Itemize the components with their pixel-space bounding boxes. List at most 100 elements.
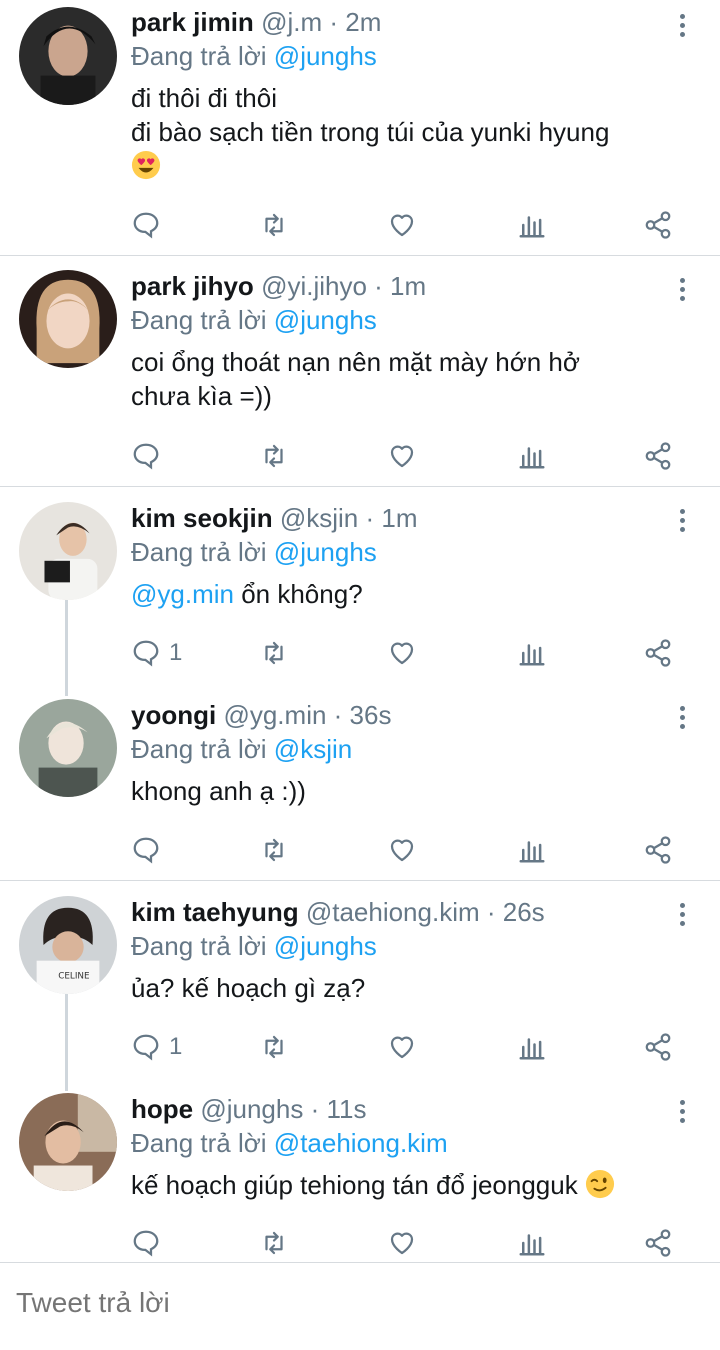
share-icon (645, 442, 671, 470)
tweet[interactable]: hope @junghs · 11s Đang trả lời @taehion… (0, 1078, 720, 1262)
tweet[interactable]: CELINE kim taehyung @taehiong.kim · 26s … (0, 881, 720, 1078)
like-button[interactable] (387, 636, 417, 670)
timestamp[interactable]: 11s (326, 1094, 366, 1124)
like-icon (390, 1232, 414, 1255)
author-handle: @j.m (261, 7, 323, 37)
separator: · (358, 503, 382, 533)
author-name[interactable]: park jihyo (131, 271, 254, 301)
timestamp[interactable]: 2m (345, 7, 381, 37)
views-button[interactable] (517, 1226, 547, 1260)
views-button[interactable] (517, 636, 547, 670)
timestamp[interactable]: 36s (350, 700, 392, 730)
separator: · (479, 897, 503, 927)
like-button[interactable] (387, 1226, 417, 1260)
retweet-icon (265, 1035, 283, 1059)
avatar[interactable] (19, 1093, 117, 1191)
reply-input[interactable] (16, 1287, 696, 1319)
reply-icon (133, 443, 159, 470)
retweet-button[interactable] (259, 439, 289, 473)
retweet-button[interactable] (259, 636, 289, 670)
views-button[interactable] (517, 439, 547, 473)
mention-link[interactable]: @yg.min (131, 579, 234, 609)
share-button[interactable] (643, 1226, 673, 1260)
reply-to-link[interactable]: @junghs (274, 931, 377, 961)
like-button[interactable] (387, 1030, 417, 1064)
reply-button[interactable]: 1 (131, 636, 182, 670)
retweet-icon (265, 641, 283, 665)
tweet-text: kế hoạch giúp tehiong tán đổ jeongguk (131, 1168, 700, 1202)
tweet[interactable]: yoongi @yg.min · 36s Đang trả lời @ksjin… (0, 684, 720, 880)
share-button[interactable] (643, 1030, 673, 1064)
reply-button[interactable] (131, 439, 169, 473)
reply-icon (133, 837, 159, 864)
reply-icon (133, 1034, 159, 1061)
reply-to-link[interactable]: @junghs (274, 537, 377, 567)
more-icon[interactable] (680, 903, 688, 930)
tweet[interactable]: park jihyo @yi.jihyo · 1m Đang trả lời @… (0, 256, 720, 486)
like-button[interactable] (387, 208, 417, 242)
like-button[interactable] (387, 833, 417, 867)
more-icon[interactable] (680, 706, 688, 733)
reply-button[interactable] (131, 1226, 169, 1260)
reply-to-link[interactable]: @taehiong.kim (274, 1128, 448, 1158)
reply-count: 1 (169, 1033, 183, 1060)
timestamp[interactable]: 1m (390, 271, 426, 301)
avatar[interactable] (19, 270, 117, 368)
tweet-text: đi thôi đi thôi đi bào sạch tiền trong t… (131, 81, 700, 183)
tweet[interactable]: kim seokjin @ksjin · 1m Đang trả lời @ju… (0, 487, 720, 684)
author-name[interactable]: kim taehyung (131, 897, 299, 927)
tweet-actions (131, 439, 691, 473)
retweet-button[interactable] (259, 1226, 289, 1260)
reply-button[interactable] (131, 208, 169, 242)
share-icon (645, 1033, 671, 1061)
retweet-button[interactable] (259, 208, 289, 242)
timestamp[interactable]: 26s (503, 897, 545, 927)
reply-prefix: Đang trả lời (131, 41, 267, 71)
views-button[interactable] (517, 833, 547, 867)
share-button[interactable] (643, 636, 673, 670)
tweet-text-line: kế hoạch giúp tehiong tán đổ jeongguk (131, 1170, 578, 1200)
reply-button[interactable]: 1 (131, 1030, 182, 1064)
views-button[interactable] (517, 1030, 547, 1064)
tweet-text-line: ủa? kế hoạch gì zạ? (131, 973, 366, 1003)
share-button[interactable] (643, 208, 673, 242)
avatar[interactable]: CELINE (19, 896, 117, 994)
more-icon[interactable] (680, 1100, 688, 1127)
tweet-text-line: đi thôi đi thôi (131, 83, 277, 113)
avatar[interactable] (19, 502, 117, 600)
more-icon[interactable] (680, 278, 688, 305)
author-name[interactable]: hope (131, 1094, 193, 1124)
tweet[interactable]: park jimin @j.m · 2m Đang trả lời @jungh… (0, 0, 720, 255)
reply-button[interactable] (131, 833, 169, 867)
reply-prefix: Đang trả lời (131, 305, 267, 335)
svg-text:CELINE: CELINE (58, 971, 89, 981)
author-name[interactable]: yoongi (131, 700, 216, 730)
author-handle: @ksjin (279, 503, 359, 533)
retweet-button[interactable] (259, 1030, 289, 1064)
like-button[interactable] (387, 439, 417, 473)
avatar[interactable] (19, 7, 117, 105)
author-handle: @yg.min (223, 700, 327, 730)
author-handle: @taehiong.kim (305, 897, 480, 927)
views-button[interactable] (517, 208, 547, 242)
tweet-actions (131, 208, 691, 242)
heart-eyes-emoji (131, 150, 161, 180)
avatar[interactable] (19, 699, 117, 797)
author-name[interactable]: kim seokjin (131, 503, 273, 533)
like-icon (390, 214, 414, 237)
author-handle: @yi.jihyo (261, 271, 367, 301)
author-name[interactable]: park jimin (131, 7, 254, 37)
share-button[interactable] (643, 833, 673, 867)
retweet-button[interactable] (259, 833, 289, 867)
share-button[interactable] (643, 439, 673, 473)
separator: · (366, 271, 391, 301)
views-icon (519, 1234, 545, 1256)
reply-to-link[interactable]: @ksjin (274, 734, 352, 764)
reply-to-link[interactable]: @junghs (274, 41, 377, 71)
more-icon[interactable] (680, 14, 688, 41)
tweet-text-line: chưa kìa =)) (131, 381, 272, 411)
like-icon (390, 445, 414, 468)
reply-to-link[interactable]: @junghs (274, 305, 377, 335)
more-icon[interactable] (680, 509, 688, 536)
timestamp[interactable]: 1m (381, 503, 417, 533)
